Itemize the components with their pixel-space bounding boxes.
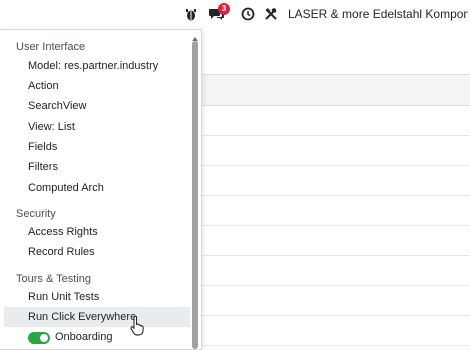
company-name[interactable]: LASER & more Edelstahl Komponent... xyxy=(288,7,468,21)
menu-item-fields[interactable]: Fields xyxy=(4,137,190,157)
table-row[interactable] xyxy=(197,165,470,196)
menu-item-filters[interactable]: Filters xyxy=(4,157,190,177)
section-tours-testing: Tours & Testing xyxy=(16,273,92,285)
bug-icon[interactable] xyxy=(183,6,199,22)
menu-item-access-rights[interactable]: Access Rights xyxy=(4,222,190,242)
table-row[interactable] xyxy=(197,195,470,226)
scrollbar-thumb[interactable] xyxy=(192,41,198,349)
menu-item-searchview[interactable]: SearchView xyxy=(4,96,190,116)
menu-item-run-unit-tests[interactable]: Run Unit Tests xyxy=(4,287,190,307)
table-row[interactable] xyxy=(197,285,470,316)
top-navbar: 3 LASER & more Edelstahl Komponent... xyxy=(0,0,470,30)
table-row[interactable] xyxy=(197,225,470,256)
message-count-badge: 3 xyxy=(218,3,230,15)
list-view-background xyxy=(197,74,470,348)
list-header xyxy=(197,74,470,106)
menu-item-action[interactable]: Action xyxy=(4,76,190,96)
table-row[interactable] xyxy=(197,315,470,346)
table-row[interactable] xyxy=(197,135,470,166)
menu-item-computed-arch[interactable]: Computed Arch xyxy=(4,178,190,198)
hand-pointer-cursor-icon xyxy=(129,315,145,336)
tools-icon[interactable] xyxy=(263,6,279,22)
debug-dropdown-menu: User Interface Model: res.partner.indust… xyxy=(0,29,202,350)
scroll-up-arrow-icon[interactable] xyxy=(191,30,199,41)
section-security: Security xyxy=(16,208,56,220)
menu-item-record-rules[interactable]: Record Rules xyxy=(4,242,190,262)
section-user-interface: User Interface xyxy=(16,41,86,53)
onboarding-toggle[interactable] xyxy=(28,332,50,344)
onboarding-label[interactable]: Onboarding xyxy=(55,331,113,343)
menu-item-model[interactable]: Model: res.partner.industry xyxy=(4,56,190,76)
table-row[interactable] xyxy=(197,255,470,286)
menu-item-view-list[interactable]: View: List xyxy=(4,117,190,137)
table-row[interactable] xyxy=(197,105,470,136)
menu-item-run-click-everywhere[interactable]: Run Click Everywhere xyxy=(4,307,190,327)
clock-icon[interactable] xyxy=(240,6,256,22)
toggle-knob xyxy=(40,334,48,342)
